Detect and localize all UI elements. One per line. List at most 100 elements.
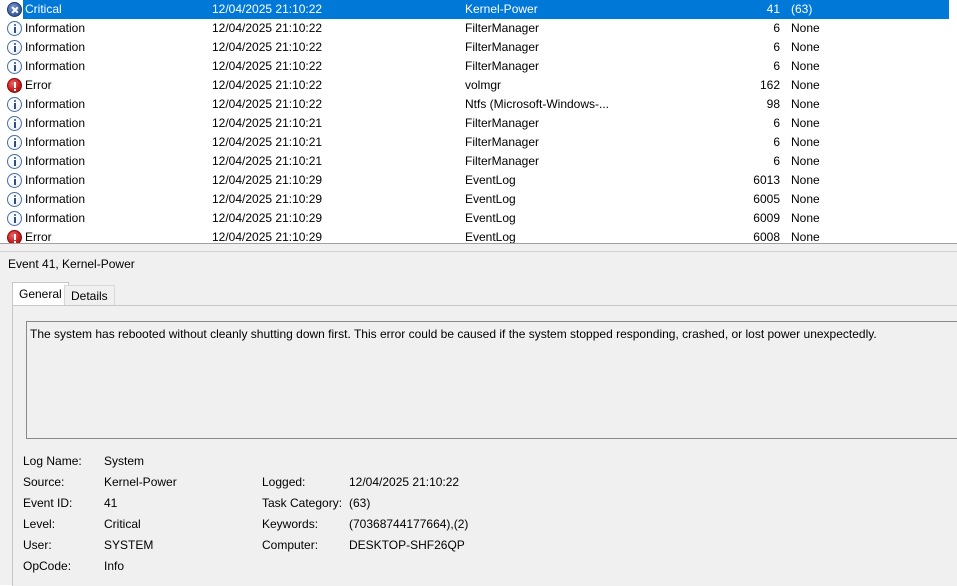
event-date: 12/04/2025 21:10:29	[212, 211, 323, 225]
task-category-value[interactable]: (63)	[349, 496, 370, 510]
event-row[interactable]: Information 12/04/2025 21:10:21 FilterMana…	[0, 114, 957, 133]
event-row[interactable]: Information 12/04/2025 21:10:22 FilterMana…	[0, 38, 957, 57]
event-id-label: Event ID:	[23, 496, 73, 510]
event-task-category: None	[791, 154, 820, 168]
log-name-value[interactable]: System	[104, 454, 144, 468]
event-task-category: None	[791, 97, 820, 111]
event-task-category: None	[791, 211, 820, 225]
source-label: Source:	[23, 475, 65, 489]
information-icon	[7, 211, 22, 226]
event-task-category: None	[791, 192, 820, 206]
event-row[interactable]: Error 12/04/2025 21:10:29 EventLog 6008 None	[0, 228, 957, 243]
information-icon	[7, 154, 22, 169]
user-label: User:	[23, 538, 52, 552]
computer-label: Computer:	[262, 538, 319, 552]
event-row[interactable]: Information 12/04/2025 21:10:22 FilterMana…	[0, 57, 957, 76]
event-message-box[interactable]: The system has rebooted without cleanly …	[26, 321, 957, 439]
level-value[interactable]: Critical	[104, 517, 141, 531]
event-date: 12/04/2025 21:10:29	[212, 192, 323, 206]
tab-general[interactable]: General	[12, 282, 69, 307]
event-level: Error	[25, 78, 52, 92]
event-level: Information	[25, 154, 86, 168]
event-id: 6	[773, 135, 780, 149]
event-date: 12/04/2025 21:10:22	[212, 40, 323, 54]
event-detail-title: Event 41, Kernel-Power	[8, 257, 135, 271]
event-row[interactable]: Information 12/04/2025 21:10:22 Ntfs (Micr…	[0, 95, 957, 114]
event-row[interactable]: Information 12/04/2025 21:10:29 EventLog 60…	[0, 190, 957, 209]
event-row[interactable]: Error 12/04/2025 21:10:22 volmgr 162 None	[0, 76, 957, 95]
information-icon	[7, 192, 22, 207]
event-message-text: The system has rebooted without cleanly …	[30, 327, 877, 341]
event-date: 12/04/2025 21:10:29	[212, 230, 323, 243]
general-tab-panel: The system has rebooted without cleanly …	[12, 305, 957, 586]
information-icon	[7, 116, 22, 131]
logged-label: Logged:	[262, 475, 306, 489]
event-id: 162	[759, 78, 780, 92]
event-id: 41	[766, 2, 780, 16]
event-date: 12/04/2025 21:10:21	[212, 154, 323, 168]
event-row[interactable]: Information 12/04/2025 21:10:22 FilterMana…	[0, 19, 957, 38]
event-row[interactable]: Information 12/04/2025 21:10:21 FilterMana…	[0, 152, 957, 171]
event-level: Information	[25, 21, 86, 35]
event-source: FilterManager	[465, 135, 540, 149]
event-row[interactable]: Critical 12/04/2025 21:10:22 Kernel-Power 4…	[0, 0, 957, 19]
event-task-category: None	[791, 173, 820, 187]
information-icon	[7, 135, 22, 150]
event-list[interactable]: Critical 12/04/2025 21:10:22 Kernel-Power 4…	[0, 0, 957, 243]
critical-icon	[7, 2, 22, 17]
error-icon	[7, 230, 22, 243]
event-source: volmgr	[465, 78, 502, 92]
event-level: Information	[25, 116, 86, 130]
event-source: FilterManager	[465, 21, 540, 35]
event-row[interactable]: Information 12/04/2025 21:10:29 EventLog 60…	[0, 209, 957, 228]
event-detail-pane: Event 41, Kernel-Power General Details T…	[0, 252, 957, 586]
event-level: Information	[25, 59, 86, 73]
event-date: 12/04/2025 21:10:22	[212, 2, 323, 16]
event-date: 12/04/2025 21:10:21	[212, 135, 323, 149]
event-level: Error	[25, 230, 52, 243]
task-category-label: Task Category:	[262, 496, 343, 510]
information-icon	[7, 59, 22, 74]
event-id-value[interactable]: 41	[104, 496, 117, 510]
event-level: Critical	[25, 2, 62, 16]
event-row[interactable]: Information 12/04/2025 21:10:21 FilterMana…	[0, 133, 957, 152]
event-date: 12/04/2025 21:10:22	[212, 97, 323, 111]
event-level: Information	[25, 40, 86, 54]
tab-details[interactable]: Details	[64, 285, 115, 307]
opcode-label: OpCode:	[23, 559, 72, 573]
opcode-value[interactable]: Info	[104, 559, 124, 573]
event-source: EventLog	[465, 230, 516, 243]
event-level: Information	[25, 173, 86, 187]
event-id: 6	[773, 116, 780, 130]
event-level: Information	[25, 192, 86, 206]
event-date: 12/04/2025 21:10:29	[212, 173, 323, 187]
event-id: 98	[766, 97, 780, 111]
user-value[interactable]: SYSTEM	[104, 538, 153, 552]
event-task-category: None	[791, 116, 820, 130]
splitter[interactable]	[0, 244, 957, 251]
event-source: EventLog	[465, 192, 516, 206]
information-icon	[7, 97, 22, 112]
event-source: FilterManager	[465, 59, 540, 73]
logged-value[interactable]: 12/04/2025 21:10:22	[349, 475, 459, 489]
keywords-label: Keywords:	[262, 517, 319, 531]
keywords-value[interactable]: (70368744177664),(2)	[349, 517, 468, 531]
event-task-category: (63)	[791, 2, 813, 16]
source-value[interactable]: Kernel-Power	[104, 475, 177, 489]
event-task-category: None	[791, 230, 820, 243]
error-icon	[7, 78, 22, 93]
information-icon	[7, 21, 22, 36]
information-icon	[7, 40, 22, 55]
event-source: EventLog	[465, 173, 516, 187]
event-source: Kernel-Power	[465, 2, 538, 16]
event-id: 6008	[753, 230, 780, 243]
event-id: 6009	[753, 211, 780, 225]
event-source: Ntfs (Microsoft-Windows-...	[465, 97, 610, 111]
event-task-category: None	[791, 78, 820, 92]
information-icon	[7, 173, 22, 188]
event-date: 12/04/2025 21:10:21	[212, 116, 323, 130]
computer-value[interactable]: DESKTOP-SHF26QP	[349, 538, 465, 552]
event-row[interactable]: Information 12/04/2025 21:10:29 EventLog 60…	[0, 171, 957, 190]
event-task-category: None	[791, 135, 820, 149]
event-date: 12/04/2025 21:10:22	[212, 21, 323, 35]
